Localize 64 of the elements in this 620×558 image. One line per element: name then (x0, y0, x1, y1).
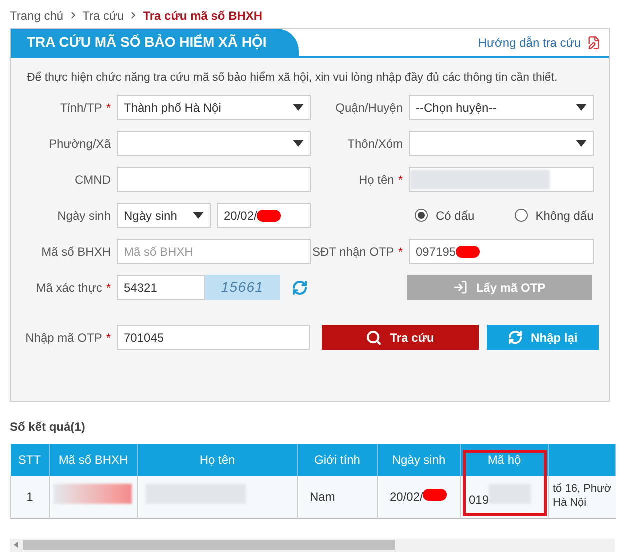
field-label: Quận/Huyện (336, 100, 403, 117)
breadcrumb-link[interactable]: Tra cứu (82, 6, 124, 24)
captcha-field[interactable]: 54321 (117, 275, 205, 300)
id-card-field[interactable] (117, 167, 311, 192)
radio-button[interactable] (514, 209, 528, 222)
field-label: Nhập mã OTP (26, 330, 102, 347)
required-mark: * (106, 280, 111, 297)
column-header: Mã số BHXH (58, 453, 128, 467)
dropdown[interactable]: Thành phố Hà Nội (117, 95, 311, 120)
column-header: STT (18, 453, 42, 467)
radio-label: Có dấu (436, 208, 475, 225)
required-mark: * (398, 244, 403, 261)
table-cell: Nam (310, 490, 336, 504)
field-label: Họ tên (358, 172, 394, 189)
table-cell: tổ 16, Phườ (553, 483, 612, 497)
full-name-field[interactable] (409, 167, 594, 192)
radio-label: Không dấu (536, 208, 594, 225)
dropdown[interactable]: --Chọn huyện-- (409, 95, 594, 120)
dropdown-caret-icon (576, 104, 587, 112)
column-header: Giới tính (314, 453, 360, 467)
dropdown-caret-icon (293, 140, 304, 148)
dropdown[interactable]: Ngày sinh (117, 203, 211, 228)
dropdown-caret-icon (576, 140, 587, 148)
insurance-code-field[interactable]: Mã số BHXH (117, 239, 311, 264)
field-label: SĐT nhận OTP (312, 244, 394, 261)
column-header: Mã hộ (488, 453, 522, 467)
field-label: Ngày sinh (58, 208, 111, 225)
field-label: CMND (75, 172, 111, 189)
column-header: Họ tên (200, 453, 236, 467)
captcha-image: 15661 (205, 275, 280, 300)
field-label: Mã xác thực (36, 280, 102, 297)
otp-field[interactable]: 701045 (117, 325, 310, 350)
table-cell: 1 (26, 490, 34, 504)
intro-text: Để thực hiện chức năng tra cứu mã số bảo hiểm xã hội, xin vui lòng nhập đầy đủ các thông tin cần thiết. (26, 70, 559, 86)
field-label: Thôn/Xóm (348, 136, 403, 153)
dropdown[interactable] (117, 131, 311, 156)
table-cell: Hà Nội (553, 496, 587, 510)
refresh-icon[interactable] (292, 280, 308, 296)
refresh-icon (508, 330, 524, 346)
table-cell: 20/02/ (390, 490, 424, 504)
radio-button[interactable] (415, 209, 428, 222)
phone-field[interactable]: 097195 (409, 239, 594, 264)
dropdown-caret-icon (193, 212, 204, 220)
table-cell: 019 (469, 493, 490, 508)
dropdown[interactable] (409, 131, 594, 156)
horizontal-scrollbar[interactable] (10, 538, 615, 552)
field-label: Tỉnh/TP (60, 100, 102, 117)
column-header: Ngày sinh (392, 453, 446, 467)
required-mark: * (398, 172, 403, 189)
login-icon (453, 280, 468, 296)
field-label: Mã số BHXH (42, 244, 111, 261)
search-button[interactable]: Tra cứu (322, 325, 479, 350)
help-link[interactable]: Hướng dẫn tra cứu (478, 34, 609, 52)
results-title: Số kết quả(1) (9, 419, 86, 436)
required-mark: * (106, 100, 111, 117)
panel-title: TRA CỨU MÃ SỐ BẢO HIỂM XÃ HỘI (11, 29, 299, 56)
dropdown-caret-icon (293, 104, 304, 112)
document-edit-icon (587, 36, 601, 50)
birth-date-field[interactable]: 20/02/ (217, 203, 311, 228)
required-mark: * (106, 330, 111, 347)
breadcrumb-link[interactable]: Tra cứu mã số BHXH (143, 6, 263, 24)
field-label: Phường/Xã (49, 136, 111, 153)
search-icon (366, 330, 382, 346)
breadcrumb-link[interactable]: Trang chủ (10, 6, 64, 24)
